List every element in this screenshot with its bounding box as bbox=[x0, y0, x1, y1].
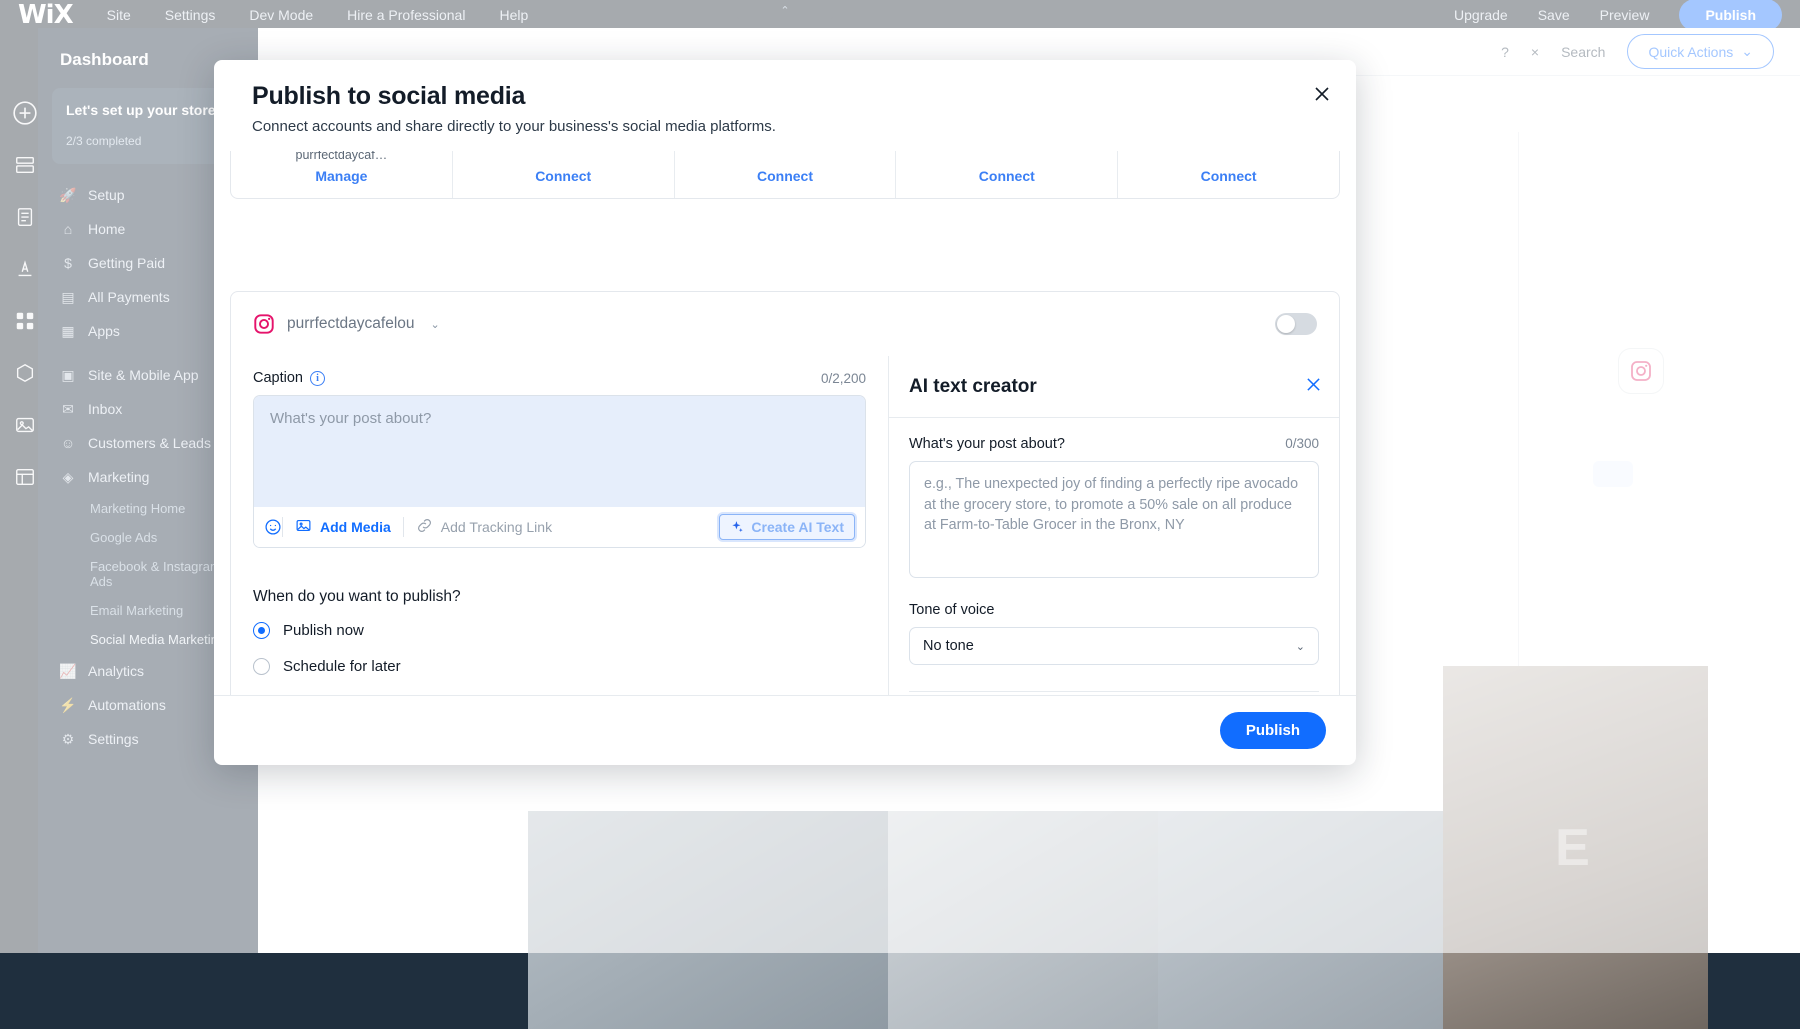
post-card-header: purrfectdaycafelou ⌄ bbox=[231, 292, 1339, 356]
ai-panel-title: AI text creator bbox=[909, 376, 1037, 398]
account-tile[interactable]: Connect bbox=[675, 151, 897, 198]
caption-input[interactable]: What's your post about? bbox=[254, 396, 865, 507]
add-media-button[interactable]: Add Media bbox=[283, 514, 403, 540]
caption-box: What's your post about? bbox=[253, 395, 866, 548]
modal-scroll-area[interactable]: purrfectdaycaf… Manage Connect Connect C… bbox=[230, 151, 1340, 695]
instagram-post-card: purrfectdaycafelou ⌄ Caption i 0/2,200 bbox=[230, 291, 1340, 695]
add-tracking-link-label: Add Tracking Link bbox=[441, 519, 552, 535]
close-icon[interactable] bbox=[1306, 377, 1321, 397]
modal-header: Publish to social media Connect accounts… bbox=[214, 60, 1356, 151]
chevron-down-icon[interactable]: ⌄ bbox=[431, 318, 440, 331]
ai-prompt-counter: 0/300 bbox=[1285, 436, 1319, 451]
account-tile[interactable]: purrfectdaycaf… Manage bbox=[231, 151, 453, 198]
caption-label: Caption bbox=[253, 370, 303, 386]
account-action-connect[interactable]: Connect bbox=[1201, 168, 1257, 184]
tone-of-voice-value: No tone bbox=[923, 638, 974, 654]
caption-label-row: Caption i 0/2,200 bbox=[253, 370, 866, 386]
ai-prompt-input[interactable]: e.g., The unexpected joy of finding a pe… bbox=[909, 461, 1319, 578]
ai-prompt-label-row: What's your post about? 0/300 bbox=[909, 436, 1319, 452]
account-tile[interactable]: Connect bbox=[896, 151, 1118, 198]
radio-publish-now[interactable] bbox=[253, 622, 270, 639]
image-icon bbox=[295, 517, 312, 537]
emoji-icon[interactable] bbox=[264, 518, 282, 536]
toggle-knob bbox=[1277, 315, 1295, 333]
add-media-label: Add Media bbox=[320, 519, 391, 535]
link-icon bbox=[416, 517, 433, 537]
modal-body: purrfectdaycaf… Manage Connect Connect C… bbox=[214, 151, 1356, 695]
create-ai-text-button[interactable]: Create AI Text bbox=[719, 514, 855, 540]
ai-text-creator-panel: AI text creator What's your post about? … bbox=[889, 356, 1339, 695]
radio-label: Schedule for later bbox=[283, 658, 401, 675]
modal-footer: Publish bbox=[214, 695, 1356, 765]
account-name: purrfectdaycaf… bbox=[296, 151, 388, 162]
radio-option-schedule-for-later[interactable]: Schedule for later bbox=[253, 658, 866, 675]
post-enable-toggle[interactable] bbox=[1275, 313, 1317, 335]
post-composer: Caption i 0/2,200 What's your post about… bbox=[231, 356, 889, 695]
post-card-body: Caption i 0/2,200 What's your post about… bbox=[231, 356, 1339, 695]
ai-panel-body: What's your post about? 0/300 e.g., The … bbox=[889, 418, 1339, 695]
post-account-name: purrfectdaycafelou bbox=[287, 315, 415, 333]
radio-schedule-for-later[interactable] bbox=[253, 658, 270, 675]
chevron-down-icon: ⌄ bbox=[1296, 640, 1305, 653]
account-action-connect[interactable]: Connect bbox=[535, 168, 591, 184]
info-icon[interactable]: i bbox=[310, 371, 325, 386]
radio-option-publish-now[interactable]: Publish now bbox=[253, 622, 866, 639]
ai-prompt-label: What's your post about? bbox=[909, 436, 1065, 452]
modal-subtitle: Connect accounts and share directly to y… bbox=[252, 118, 1326, 135]
connected-accounts-card: purrfectdaycaf… Manage Connect Connect C… bbox=[230, 151, 1340, 199]
radio-label: Publish now bbox=[283, 622, 364, 639]
tone-of-voice-select[interactable]: No tone ⌄ bbox=[909, 627, 1319, 665]
account-action-manage[interactable]: Manage bbox=[315, 168, 367, 184]
create-ai-text-label: Create AI Text bbox=[751, 519, 844, 535]
publish-to-social-media-modal: Publish to social media Connect accounts… bbox=[214, 60, 1356, 765]
instagram-icon bbox=[253, 313, 275, 335]
add-tracking-link-button[interactable]: Add Tracking Link bbox=[404, 514, 564, 540]
schedule-question: When do you want to publish? bbox=[253, 588, 866, 606]
close-icon[interactable] bbox=[1306, 78, 1338, 110]
ai-panel-divider bbox=[909, 691, 1319, 692]
caption-counter: 0/2,200 bbox=[821, 371, 866, 386]
ai-panel-header: AI text creator bbox=[889, 356, 1339, 418]
modal-title: Publish to social media bbox=[252, 82, 1326, 111]
account-action-connect[interactable]: Connect bbox=[757, 168, 813, 184]
publish-button[interactable]: Publish bbox=[1220, 712, 1326, 749]
tone-of-voice-label: Tone of voice bbox=[909, 602, 1319, 618]
sparkle-icon bbox=[730, 520, 744, 534]
caption-toolbar: Add Media Add Tracking Link bbox=[254, 507, 865, 547]
account-tile[interactable]: Connect bbox=[1118, 151, 1339, 198]
account-tile[interactable]: Connect bbox=[453, 151, 675, 198]
account-action-connect[interactable]: Connect bbox=[979, 168, 1035, 184]
